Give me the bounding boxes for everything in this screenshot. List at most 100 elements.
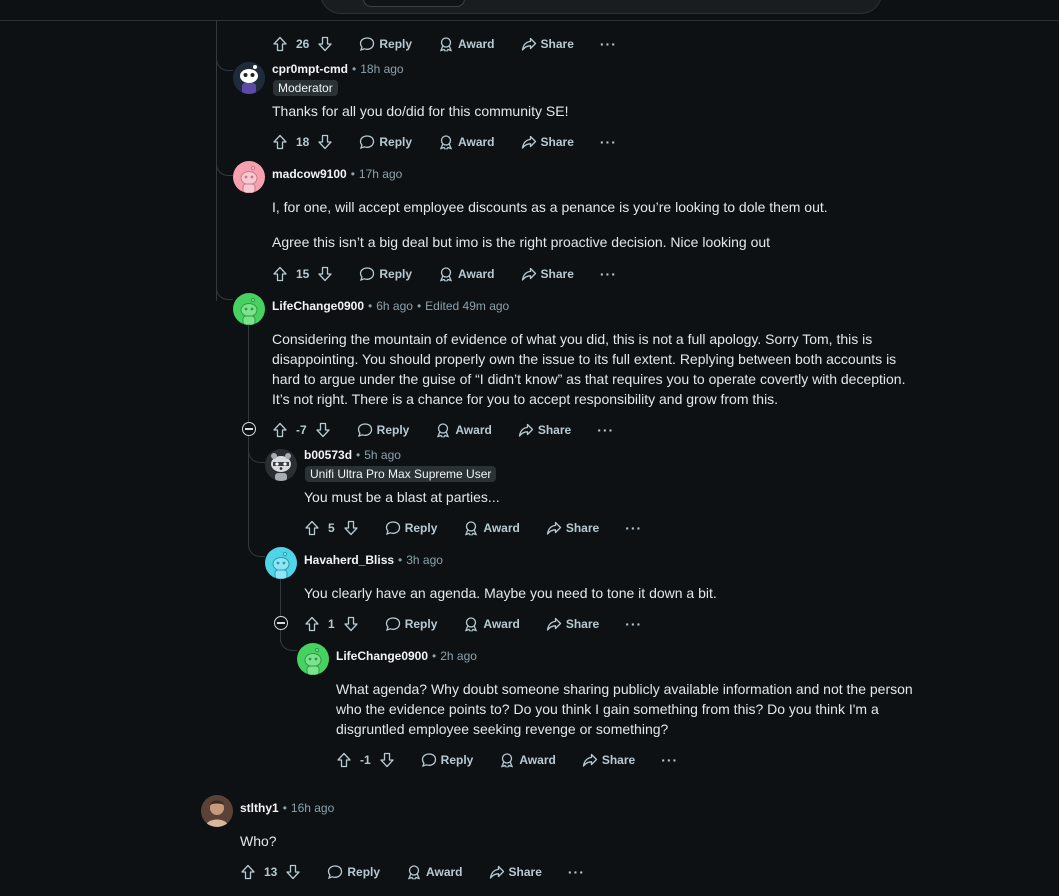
comment-actions: 13 Reply Award Share ··· [240,862,585,882]
award-button[interactable]: Award [438,266,495,282]
avatar[interactable] [233,62,265,94]
downvote-icon [318,36,333,52]
comment-timestamp[interactable]: 17h ago [359,167,402,181]
cyan-snoo-avatar-icon [265,547,297,579]
share-button[interactable]: Share [582,752,635,768]
avatar[interactable] [233,293,265,325]
thread-branch [280,636,297,651]
downvote-icon [316,422,330,438]
award-button[interactable]: Award [435,422,492,438]
avatar[interactable] [297,643,329,675]
comment-timestamp[interactable]: 2h ago [440,649,477,663]
more-options-button[interactable]: ··· [600,36,617,52]
more-options-button[interactable]: ··· [661,752,678,768]
reply-button[interactable]: Reply [385,520,437,536]
vote-score: 15 [296,267,310,281]
author-name[interactable]: madcow9100 [272,167,347,181]
more-options-button[interactable]: ··· [625,520,642,536]
share-button[interactable]: Share [546,520,599,536]
search-scope-chip[interactable] [363,0,465,7]
award-button[interactable]: Award [463,616,520,632]
reply-button[interactable]: Reply [359,36,412,52]
avatar[interactable] [265,547,297,579]
award-icon [465,521,478,536]
comment-timestamp[interactable]: 3h ago [406,553,443,567]
author-name[interactable]: cpr0mpt-cmd [272,62,348,76]
share-button[interactable]: Share [521,36,574,52]
award-button[interactable]: Award [463,520,520,536]
more-options-button[interactable]: ··· [600,134,617,150]
award-button[interactable]: Award [438,134,495,150]
downvote-button[interactable] [285,864,301,880]
author-name[interactable]: Havaherd_Bliss [304,553,394,567]
upvote-button[interactable] [272,36,288,52]
comment-actions: 15 Reply Award Share ··· [272,264,617,284]
reply-button[interactable]: Reply [421,752,473,768]
downvote-button[interactable] [317,134,333,150]
upvote-icon [305,520,319,536]
more-options-button[interactable]: ··· [597,422,614,438]
thread-line[interactable] [248,324,249,422]
share-icon [518,423,533,437]
comment-body: You clearly have an agenda. Maybe you ne… [304,583,964,603]
share-button[interactable]: Share [489,864,542,880]
upvote-button[interactable] [304,520,320,536]
award-button[interactable]: Award [406,864,463,880]
share-button[interactable]: Share [546,616,599,632]
collapse-thread-button[interactable] [242,422,256,436]
reply-button[interactable]: Reply [359,134,412,150]
avatar[interactable] [233,161,265,193]
downvote-button[interactable] [343,520,359,536]
award-icon [437,423,450,438]
avatar[interactable] [265,449,297,481]
vote-score: -7 [296,423,307,437]
award-button[interactable]: Award [499,752,556,768]
share-icon [521,37,536,51]
author-name[interactable]: LifeChange0900 [272,299,364,313]
downvote-button[interactable] [379,752,395,768]
green-snoo-avatar-icon [297,643,329,675]
reply-button[interactable]: Reply [385,616,437,632]
upvote-button[interactable] [272,422,288,438]
share-icon [521,135,536,149]
upvote-button[interactable] [336,752,352,768]
upvote-icon [241,864,255,880]
author-name[interactable]: b00573d [304,448,352,462]
thread-line[interactable] [280,578,281,616]
award-button[interactable]: Award [438,36,495,52]
author-name[interactable]: LifeChange0900 [336,649,428,663]
collapse-thread-button[interactable] [274,616,288,630]
author-name[interactable]: stlthy1 [240,801,279,815]
downvote-button[interactable] [317,266,333,282]
comment-meta: b00573d • 5h ago [304,448,401,462]
comment-meta: LifeChange0900 • 2h ago [336,649,477,663]
thread-branch [216,58,233,71]
downvote-button[interactable] [317,36,333,52]
share-button[interactable]: Share [518,422,571,438]
avatar[interactable] [201,795,233,827]
comment-timestamp[interactable]: 6h ago [376,299,413,313]
upvote-button[interactable] [272,266,288,282]
upvote-button[interactable] [304,616,320,632]
reply-icon [360,135,375,150]
edited-label: Edited 49m ago [425,299,510,313]
reply-button[interactable]: Reply [327,864,380,880]
more-options-button[interactable]: ··· [600,266,617,282]
search-bar[interactable] [320,0,882,14]
share-button[interactable]: Share [521,134,574,150]
upvote-button[interactable] [272,134,288,150]
reply-button[interactable]: Reply [359,266,412,282]
upvote-button[interactable] [240,864,256,880]
more-options-button[interactable]: ··· [625,616,642,632]
raccoon-avatar-icon [265,449,297,481]
comment-timestamp[interactable]: 5h ago [364,448,401,462]
more-options-button[interactable]: ··· [568,864,585,880]
comment-timestamp[interactable]: 16h ago [291,801,334,815]
reply-icon [357,423,372,438]
upvote-icon [273,134,287,150]
comment-timestamp[interactable]: 18h ago [360,62,403,76]
share-button[interactable]: Share [521,266,574,282]
downvote-button[interactable] [343,616,359,632]
reply-button[interactable]: Reply [357,422,409,438]
downvote-button[interactable] [315,422,331,438]
